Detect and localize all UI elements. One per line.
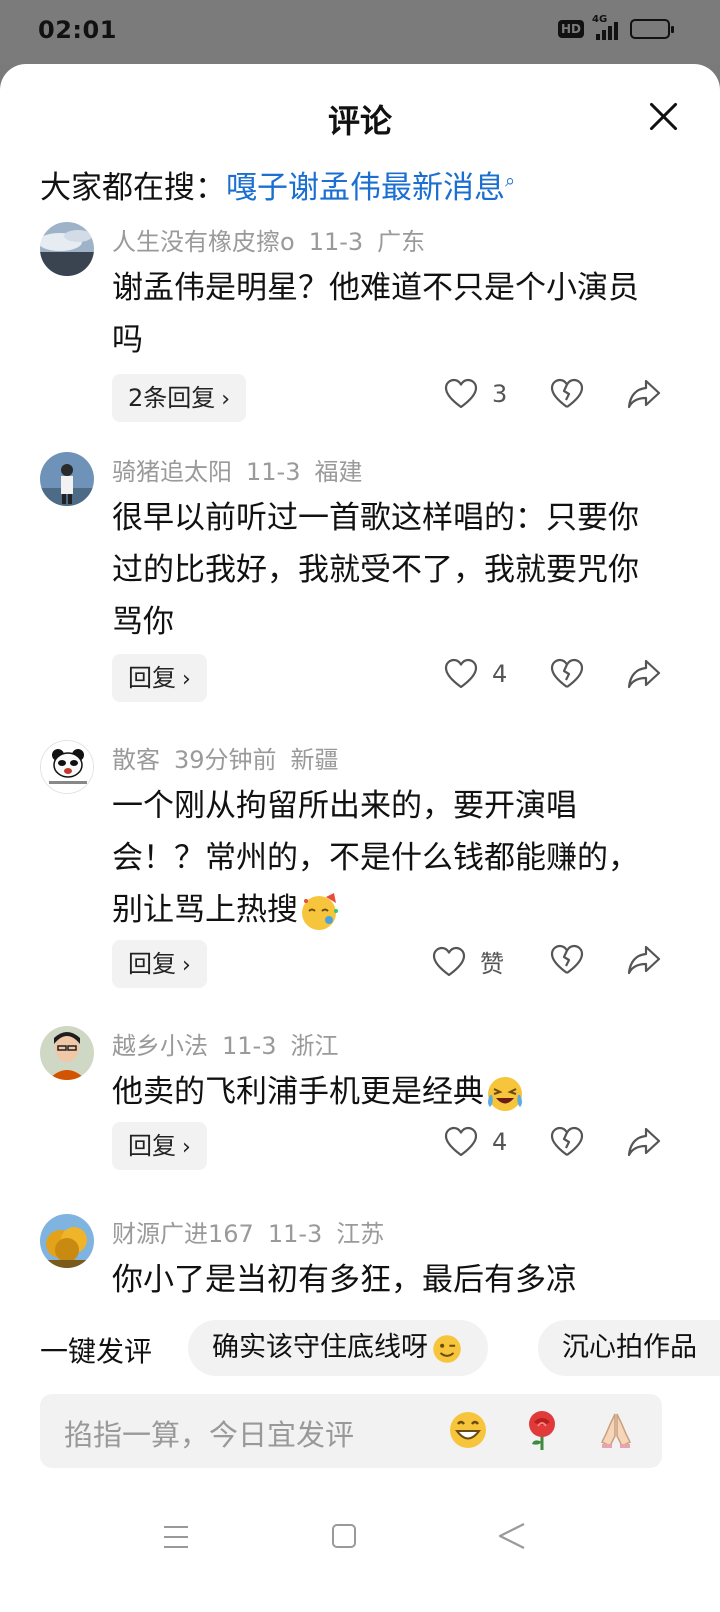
- heart-icon: [444, 658, 478, 689]
- person-avatar[interactable]: [40, 452, 94, 506]
- comment-text: 他卖的飞利浦手机更是经典: [112, 1074, 484, 1110]
- panda-avatar[interactable]: [40, 740, 94, 794]
- share-button[interactable]: [626, 378, 662, 414]
- broken-heart-icon: [550, 944, 584, 974]
- like-count: 3: [492, 380, 508, 408]
- comment-list[interactable]: 人生没有橡皮擦o 11-3 广东 谢孟伟是明星？他难道不只是个小演员吗 2条回复 › …: [0, 214, 720, 1306]
- status-bar: 02:01 HD 4G: [0, 0, 720, 64]
- menu-icon[interactable]: [164, 1526, 188, 1548]
- comment-location: 福建: [314, 458, 363, 486]
- comment-user[interactable]: 人生没有橡皮擦o: [112, 228, 295, 256]
- comment-location: 新疆: [290, 746, 339, 774]
- comment-text: 一个刚从拘留所出来的，要开演唱会！？常州的，不是什么钱都能赚的，别让骂上热搜: [112, 788, 639, 928]
- comment-meta: 越乡小法 11-3 浙江: [112, 1026, 338, 1061]
- dislike-button[interactable]: [550, 658, 584, 694]
- party-face-emoji: [302, 892, 338, 930]
- laughing-crying-emoji: [488, 1076, 522, 1111]
- search-hint-prefix: 大家都在搜：: [40, 170, 226, 206]
- comment-input-placeholder: 掐指一算，今日宜发评: [64, 1418, 355, 1452]
- heart-icon: [432, 946, 466, 976]
- comment-location: 江苏: [336, 1220, 385, 1248]
- grinning-emoji[interactable]: [446, 1408, 490, 1452]
- home-icon[interactable]: [332, 1524, 356, 1548]
- comment-input[interactable]: 掐指一算，今日宜发评: [40, 1394, 662, 1468]
- like-count: 赞: [480, 950, 504, 978]
- battery-icon: [630, 19, 674, 39]
- comment-user[interactable]: 骑猪追太阳: [112, 458, 232, 486]
- dislike-button[interactable]: [550, 944, 584, 980]
- comment-time: 11-3: [267, 1220, 323, 1248]
- quick-comment-chip[interactable]: 沉心拍作品: [538, 1320, 720, 1376]
- comment-text: 谢孟伟是明星？他难道不只是个小演员吗: [112, 270, 639, 358]
- comment-time: 11-3: [308, 228, 364, 256]
- comment-user[interactable]: 越乡小法: [112, 1032, 208, 1060]
- search-icon: ⌕: [505, 170, 516, 192]
- like-button[interactable]: 4: [444, 1126, 507, 1158]
- like-count: 4: [492, 1128, 508, 1156]
- comment-time: 11-3: [246, 458, 301, 486]
- like-button[interactable]: 4: [444, 658, 507, 690]
- broken-heart-icon: [550, 378, 584, 408]
- comment-meta: 散客 39分钟前 新疆: [112, 740, 339, 775]
- rose-emoji[interactable]: [520, 1408, 564, 1452]
- comment-text: 很早以前听过一首歌这样唱的：只要你过的比我好，我就受不了，我就要咒你骂你: [112, 500, 639, 640]
- share-button[interactable]: [626, 944, 662, 980]
- search-hint-link[interactable]: 嘎子谢孟伟最新消息: [226, 170, 505, 206]
- share-icon: [627, 659, 661, 689]
- dislike-button[interactable]: [550, 378, 584, 414]
- like-count: 4: [492, 660, 508, 688]
- signal-icon: 4G: [592, 14, 622, 40]
- broken-heart-icon: [550, 658, 584, 688]
- chip-label: 确实该守住底线呀: [212, 1332, 428, 1363]
- comment-location: 浙江: [290, 1032, 339, 1060]
- close-button[interactable]: [648, 100, 680, 132]
- comment-meta: 人生没有橡皮擦o 11-3 广东: [112, 222, 425, 257]
- comment-time: 39分钟前: [174, 746, 277, 774]
- comment-actions: 赞: [0, 940, 720, 988]
- landscape-avatar[interactable]: [40, 222, 94, 276]
- quick-comment-row: 一键发评 确实该守住底线呀 沉心拍作品: [0, 1320, 720, 1378]
- comment-location: 广东: [377, 228, 426, 256]
- back-icon[interactable]: [496, 1522, 526, 1550]
- comment-actions: 4: [0, 654, 720, 702]
- quick-comment-label: 一键发评: [40, 1335, 153, 1368]
- status-time: 02:01: [38, 16, 117, 44]
- praying-hands-emoji[interactable]: [594, 1408, 638, 1452]
- man-avatar[interactable]: [40, 1026, 94, 1080]
- autumn-tree-avatar[interactable]: [40, 1214, 94, 1268]
- heart-icon: [444, 378, 478, 409]
- broken-heart-icon: [550, 1126, 584, 1156]
- system-nav-bar: [0, 1504, 720, 1584]
- dislike-button[interactable]: [550, 1126, 584, 1162]
- comment-user[interactable]: 财源广进167: [112, 1220, 254, 1248]
- share-button[interactable]: [626, 658, 662, 694]
- share-icon: [627, 379, 661, 409]
- heart-icon: [444, 1126, 478, 1157]
- comment-text-wrapper: 一个刚从拘留所出来的，要开演唱会！？常州的，不是什么钱都能赚的，别让骂上热搜: [112, 780, 652, 936]
- share-icon: [627, 1127, 661, 1157]
- status-icons: HD 4G: [557, 14, 674, 40]
- sheet-title: 评论: [327, 102, 392, 140]
- comment-actions: 4: [0, 1122, 720, 1170]
- chip-label: 沉心拍作品: [562, 1332, 697, 1363]
- quick-comment-chip[interactable]: 确实该守住底线呀: [188, 1320, 488, 1376]
- like-button[interactable]: 3: [444, 378, 507, 410]
- comment-sheet: 评论 大家都在搜：嘎子谢孟伟最新消息⌕ 人生没有橡皮擦o 11-3 广东 谢孟伟是明…: [0, 64, 720, 1612]
- share-icon: [627, 945, 661, 975]
- share-button[interactable]: [626, 1126, 662, 1162]
- hd-icon: HD: [557, 20, 584, 38]
- comment-text-wrapper: 他卖的飞利浦手机更是经典: [112, 1066, 652, 1118]
- comment-text: 你小了是当初有多狂，最后有多凉: [112, 1262, 577, 1298]
- comment-time: 11-3: [222, 1032, 277, 1060]
- search-hint: 大家都在搜：嘎子谢孟伟最新消息⌕: [40, 162, 515, 207]
- comment-meta: 财源广进167 11-3 江苏: [112, 1214, 384, 1249]
- comment-user[interactable]: 散客: [112, 746, 160, 774]
- like-button[interactable]: 赞: [432, 944, 504, 979]
- comment-actions: 3: [0, 374, 720, 422]
- wink-emoji: [433, 1334, 461, 1363]
- comment-meta: 骑猪追太阳 11-3 福建: [112, 452, 362, 487]
